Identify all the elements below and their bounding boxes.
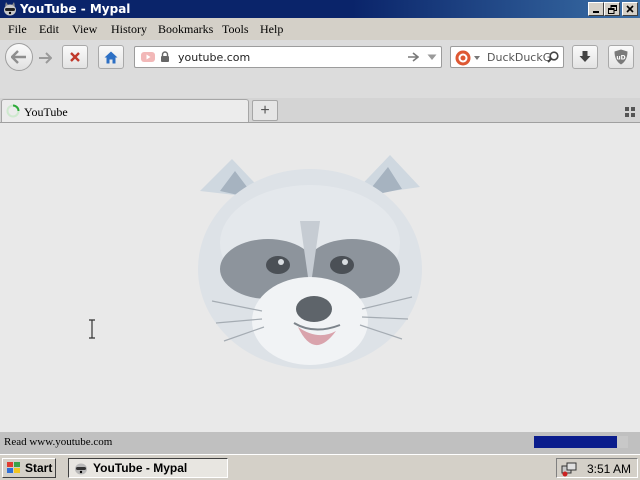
close-icon — [626, 5, 634, 13]
progress-fill — [534, 436, 617, 448]
network-icon[interactable] — [561, 461, 577, 477]
search-engine-dropdown-icon[interactable] — [474, 56, 480, 60]
raccoon-app-icon — [4, 2, 16, 16]
menu-bar: File Edit View History Bookmarks Tools H… — [0, 18, 640, 40]
youtube-favicon-icon — [141, 52, 155, 62]
menu-tools[interactable]: Tools — [222, 22, 249, 37]
minimize-button[interactable] — [588, 2, 604, 16]
close-button[interactable] — [622, 2, 638, 16]
window-titlebar[interactable]: YouTube - Mypal — [0, 0, 640, 18]
system-tray: 3:51 AM — [556, 458, 638, 478]
list-all-tabs-button[interactable] — [625, 106, 635, 120]
status-text: Read www.youtube.com — [4, 436, 113, 448]
url-text[interactable]: youtube.com — [178, 51, 250, 64]
menu-view[interactable]: View — [72, 22, 97, 37]
dropdown-arrow-icon[interactable] — [427, 54, 437, 61]
grid-icon — [625, 107, 635, 117]
address-bar[interactable]: youtube.com — [134, 46, 442, 68]
forward-icon — [39, 52, 52, 64]
back-icon — [11, 50, 26, 64]
stop-icon — [70, 52, 80, 62]
start-button[interactable]: Start — [2, 458, 56, 478]
home-icon — [104, 51, 118, 63]
ublock-button[interactable]: uD — [608, 45, 634, 69]
minimize-icon — [593, 11, 599, 13]
windows-logo-icon — [7, 462, 20, 473]
download-button[interactable] — [572, 45, 598, 69]
raccoon-face — [198, 155, 422, 369]
home-button[interactable] — [98, 45, 124, 69]
tab-youtube[interactable]: YouTube — [1, 99, 249, 122]
taskbar-item-mypal[interactable]: YouTube - Mypal — [68, 458, 228, 478]
menu-bookmarks[interactable]: Bookmarks — [158, 22, 213, 37]
duckduckgo-icon[interactable] — [455, 50, 471, 66]
start-label: Start — [25, 461, 53, 475]
restore-button[interactable] — [604, 2, 620, 16]
raccoon-task-icon — [75, 463, 87, 475]
search-bar[interactable]: DuckDuckG — [450, 46, 564, 68]
back-button[interactable] — [5, 43, 33, 71]
new-tab-label: + — [260, 101, 270, 119]
go-arrow-icon[interactable] — [407, 52, 419, 62]
window-title: YouTube - Mypal — [20, 2, 131, 16]
stop-button[interactable] — [62, 45, 88, 69]
clock[interactable]: 3:51 AM — [587, 462, 631, 476]
loading-spinner-icon — [6, 104, 20, 118]
page-load-progress — [534, 436, 628, 448]
tab-title: YouTube — [24, 105, 68, 119]
page-content[interactable] — [0, 123, 640, 432]
menu-file[interactable]: File — [8, 22, 27, 37]
svg-text:uD: uD — [616, 55, 625, 62]
search-input[interactable]: DuckDuckG — [487, 51, 551, 64]
ublock-icon: uD — [614, 49, 628, 65]
lock-icon — [161, 51, 169, 62]
menu-history[interactable]: History — [111, 22, 147, 37]
forward-button[interactable] — [34, 47, 56, 69]
taskbar: Start YouTube - Mypal 3:51 AM — [0, 454, 640, 480]
menu-edit[interactable]: Edit — [39, 22, 59, 37]
download-icon — [579, 51, 591, 62]
taskbar-item-label: YouTube - Mypal — [93, 461, 188, 475]
search-icon[interactable] — [547, 51, 559, 63]
new-tab-button[interactable]: + — [252, 100, 278, 121]
text-cursor-icon — [89, 319, 95, 339]
menu-help[interactable]: Help — [260, 22, 283, 37]
restore-icon — [607, 4, 617, 14]
